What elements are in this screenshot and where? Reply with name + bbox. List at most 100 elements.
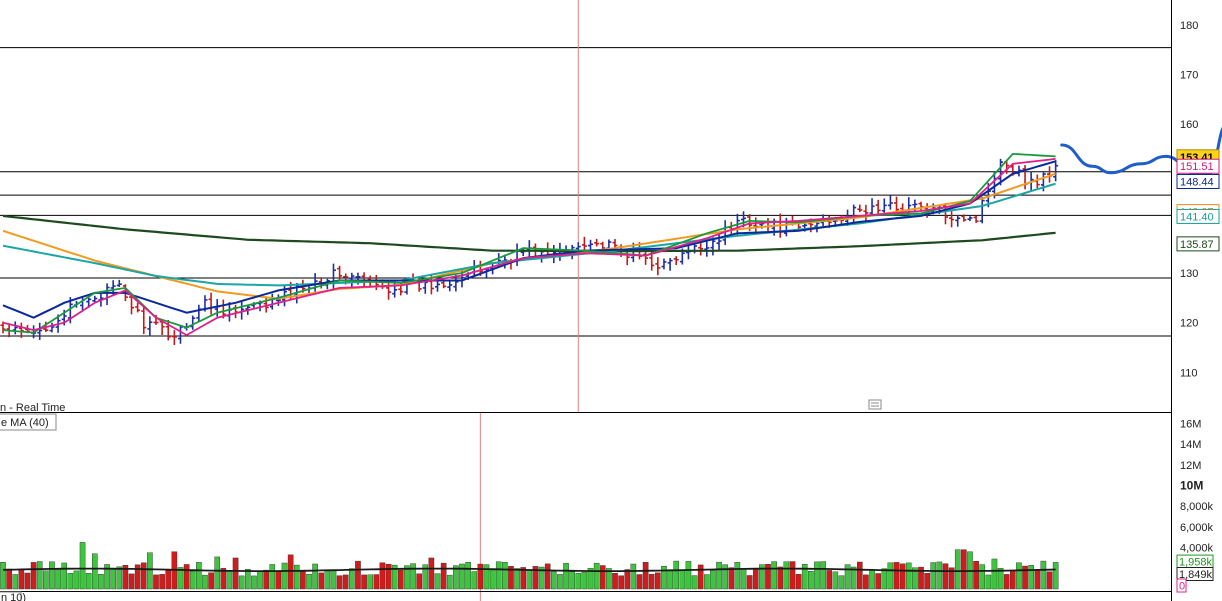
volume-bar xyxy=(49,561,55,590)
volume-bar xyxy=(973,561,979,590)
volume-bar xyxy=(293,564,300,590)
volume-bar xyxy=(642,562,649,590)
volume-panel-label: e MA (40) xyxy=(1,417,49,429)
volume-bar xyxy=(495,561,502,590)
price-tick-label: 180 xyxy=(1180,20,1198,32)
volume-bar xyxy=(300,570,306,590)
volume-bar xyxy=(716,561,722,590)
volume-bar xyxy=(110,568,116,590)
volume-bar xyxy=(1016,562,1022,590)
volume-bar xyxy=(257,571,263,590)
volume-bar xyxy=(263,569,269,590)
volume-bar xyxy=(165,569,172,590)
volume-bar xyxy=(349,568,355,590)
volume-bar xyxy=(685,561,692,590)
chart-background xyxy=(0,0,1222,601)
volume-value-badge: 0 xyxy=(1176,578,1187,593)
volume-bar xyxy=(991,558,998,590)
volume-tick-label: 6,000k xyxy=(1180,522,1214,534)
volume-bar xyxy=(202,574,208,590)
volume-bar xyxy=(1003,574,1010,590)
volume-bar xyxy=(0,562,6,590)
volume-bar xyxy=(618,575,624,590)
volume-bar xyxy=(232,557,239,590)
price-tick-label: 120 xyxy=(1180,318,1198,330)
volume-bar xyxy=(306,574,312,590)
volume-bar xyxy=(379,562,386,590)
volume-bar xyxy=(1010,570,1016,590)
volume-bar xyxy=(189,570,196,590)
volume-bar xyxy=(899,563,906,590)
price-value-badge: 148.44 xyxy=(1176,173,1220,189)
volume-bar xyxy=(557,574,563,590)
price-tick-label: 160 xyxy=(1180,119,1198,131)
volume-bar xyxy=(330,570,337,590)
volume-bar xyxy=(704,574,710,590)
stock-chart: n - Real Time e MA (40) n 10) 1101201301… xyxy=(0,0,1222,601)
svg-text:0: 0 xyxy=(1179,581,1185,593)
volume-bar xyxy=(434,573,441,590)
volume-bar xyxy=(636,574,643,590)
volume-tick-label: 4,000k xyxy=(1180,543,1214,555)
volume-bar xyxy=(361,574,367,590)
volume-tick-label: 10M xyxy=(1180,478,1203,492)
volume-bar xyxy=(857,561,863,590)
volume-bar xyxy=(275,570,282,590)
volume-bar xyxy=(881,568,888,590)
volume-bar xyxy=(226,570,233,590)
volume-bar xyxy=(477,563,484,590)
volume-bar xyxy=(869,569,875,590)
volume-bar xyxy=(440,562,447,590)
price-tick-label: 110 xyxy=(1180,367,1198,379)
price-value-badge: 135.87 xyxy=(1176,236,1220,252)
volume-bar xyxy=(67,573,74,590)
volume-bar xyxy=(355,560,361,590)
volume-bar xyxy=(832,571,839,590)
volume-bar xyxy=(752,568,759,590)
volume-bar xyxy=(648,573,655,590)
volume-bar xyxy=(416,573,422,590)
volume-bar xyxy=(771,561,777,590)
svg-text:135.87: 135.87 xyxy=(1180,239,1214,251)
price-tick-label: 170 xyxy=(1180,69,1198,81)
volume-bar xyxy=(905,562,912,590)
volume-bar xyxy=(593,562,600,590)
volume-bar xyxy=(673,560,679,590)
volume-bar xyxy=(930,562,937,590)
volume-bar xyxy=(630,563,637,590)
price-tick-label: 130 xyxy=(1180,268,1198,280)
volume-tick-label: 8,000k xyxy=(1180,501,1214,513)
volume-bar xyxy=(581,572,588,590)
volume-bar xyxy=(12,574,19,590)
volume-bar xyxy=(183,564,190,590)
volume-bar xyxy=(85,573,92,590)
volume-bar xyxy=(979,564,985,590)
volume-bar xyxy=(875,573,881,590)
volume-bar xyxy=(6,568,12,590)
volume-bar xyxy=(746,575,753,590)
volume-bar xyxy=(936,561,943,590)
volume-bar xyxy=(1028,565,1034,590)
volume-bar xyxy=(728,567,735,590)
volume-bar xyxy=(679,569,686,590)
volume-bar xyxy=(985,574,992,590)
volume-bar xyxy=(147,552,153,590)
volume-bar xyxy=(544,563,551,590)
volume-bar xyxy=(446,574,453,590)
volume-bar xyxy=(691,575,698,590)
volume-bar xyxy=(18,569,25,590)
volume-bar xyxy=(887,562,894,590)
volume-tick-label: 14M xyxy=(1180,439,1201,451)
volume-bar xyxy=(98,574,104,590)
price-value-badge: 151.51 xyxy=(1176,158,1220,174)
volume-tick-label: 16M xyxy=(1180,418,1201,430)
volume-bar xyxy=(281,562,288,590)
volume-bar xyxy=(1052,562,1059,590)
volume-bar xyxy=(1040,560,1047,590)
volume-bar xyxy=(655,572,661,590)
svg-text:1,958k: 1,958k xyxy=(1179,557,1213,569)
volume-bar xyxy=(667,569,673,590)
volume-bar xyxy=(55,568,61,590)
volume-bar xyxy=(1046,571,1053,590)
volume-bar xyxy=(208,572,214,590)
